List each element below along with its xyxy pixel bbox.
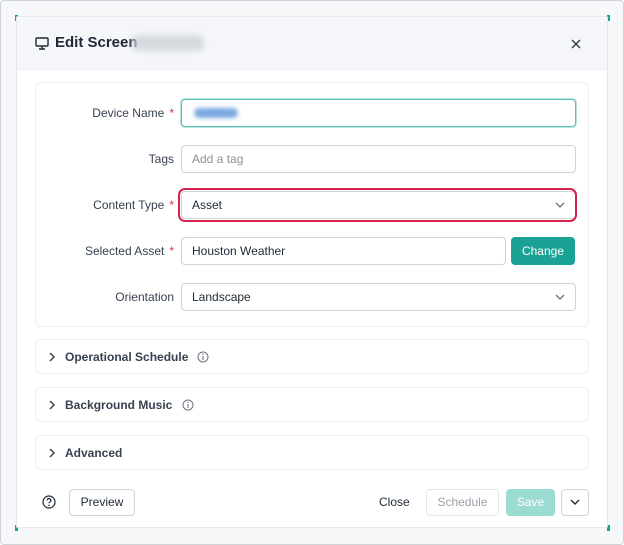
required-mark: * xyxy=(169,198,174,212)
highlight-annotation xyxy=(178,188,577,222)
orientation-label: Orientation xyxy=(115,290,174,304)
help-circle-icon[interactable] xyxy=(42,495,56,509)
monitor-icon xyxy=(35,37,49,50)
chevron-down-icon xyxy=(555,294,565,300)
device-name-label: Device Name * xyxy=(92,106,174,120)
screen-details-form: Device Name * Tags Add a tag Content Type… xyxy=(35,82,589,327)
content-type-row: Content Type * Asset xyxy=(36,188,588,222)
close-text-button[interactable]: Close xyxy=(379,495,410,509)
schedule-button[interactable]: Schedule xyxy=(426,489,499,516)
redacted-device-name xyxy=(194,108,238,118)
required-mark: * xyxy=(169,106,174,120)
chevron-right-icon xyxy=(49,400,55,410)
info-icon[interactable] xyxy=(182,399,194,411)
chevron-down-icon xyxy=(570,499,580,505)
tags-row: Tags Add a tag xyxy=(36,145,588,173)
orientation-value: Landscape xyxy=(192,290,251,304)
orientation-select[interactable]: Landscape xyxy=(181,283,576,311)
selected-asset-input[interactable]: Houston Weather xyxy=(181,237,506,265)
section-background-music[interactable]: Background Music xyxy=(35,387,589,422)
more-actions-button[interactable] xyxy=(561,489,589,516)
orientation-row: Orientation Landscape xyxy=(36,283,588,311)
info-icon[interactable] xyxy=(197,351,209,363)
close-icon xyxy=(571,39,581,49)
chevron-right-icon xyxy=(49,448,55,458)
change-asset-button[interactable]: Change xyxy=(511,237,575,265)
modal-header: Edit Screen xyxy=(17,17,607,70)
preview-button[interactable]: Preview xyxy=(69,489,135,516)
section-label: Operational Schedule xyxy=(65,350,189,364)
close-button[interactable] xyxy=(568,36,584,52)
modal-title: Edit Screen xyxy=(55,34,138,51)
edit-screen-modal: Edit Screen Device Name * Tags Add a tag … xyxy=(16,16,608,528)
selected-asset-label: Selected Asset * xyxy=(84,244,174,258)
section-advanced[interactable]: Advanced xyxy=(35,435,589,470)
tags-label: Tags xyxy=(148,152,174,166)
device-name-input[interactable] xyxy=(181,99,576,127)
tags-input[interactable]: Add a tag xyxy=(181,145,576,173)
section-operational-schedule[interactable]: Operational Schedule xyxy=(35,339,589,374)
section-label: Advanced xyxy=(65,446,123,460)
required-mark: * xyxy=(169,244,174,258)
selected-asset-row: Selected Asset * Houston Weather Change xyxy=(36,237,588,265)
device-name-row: Device Name * xyxy=(36,99,588,127)
save-button[interactable]: Save xyxy=(506,489,555,516)
content-type-label: Content Type * xyxy=(93,198,174,212)
redacted-screen-name xyxy=(132,35,204,51)
chevron-right-icon xyxy=(49,352,55,362)
section-label: Background Music xyxy=(65,398,173,412)
